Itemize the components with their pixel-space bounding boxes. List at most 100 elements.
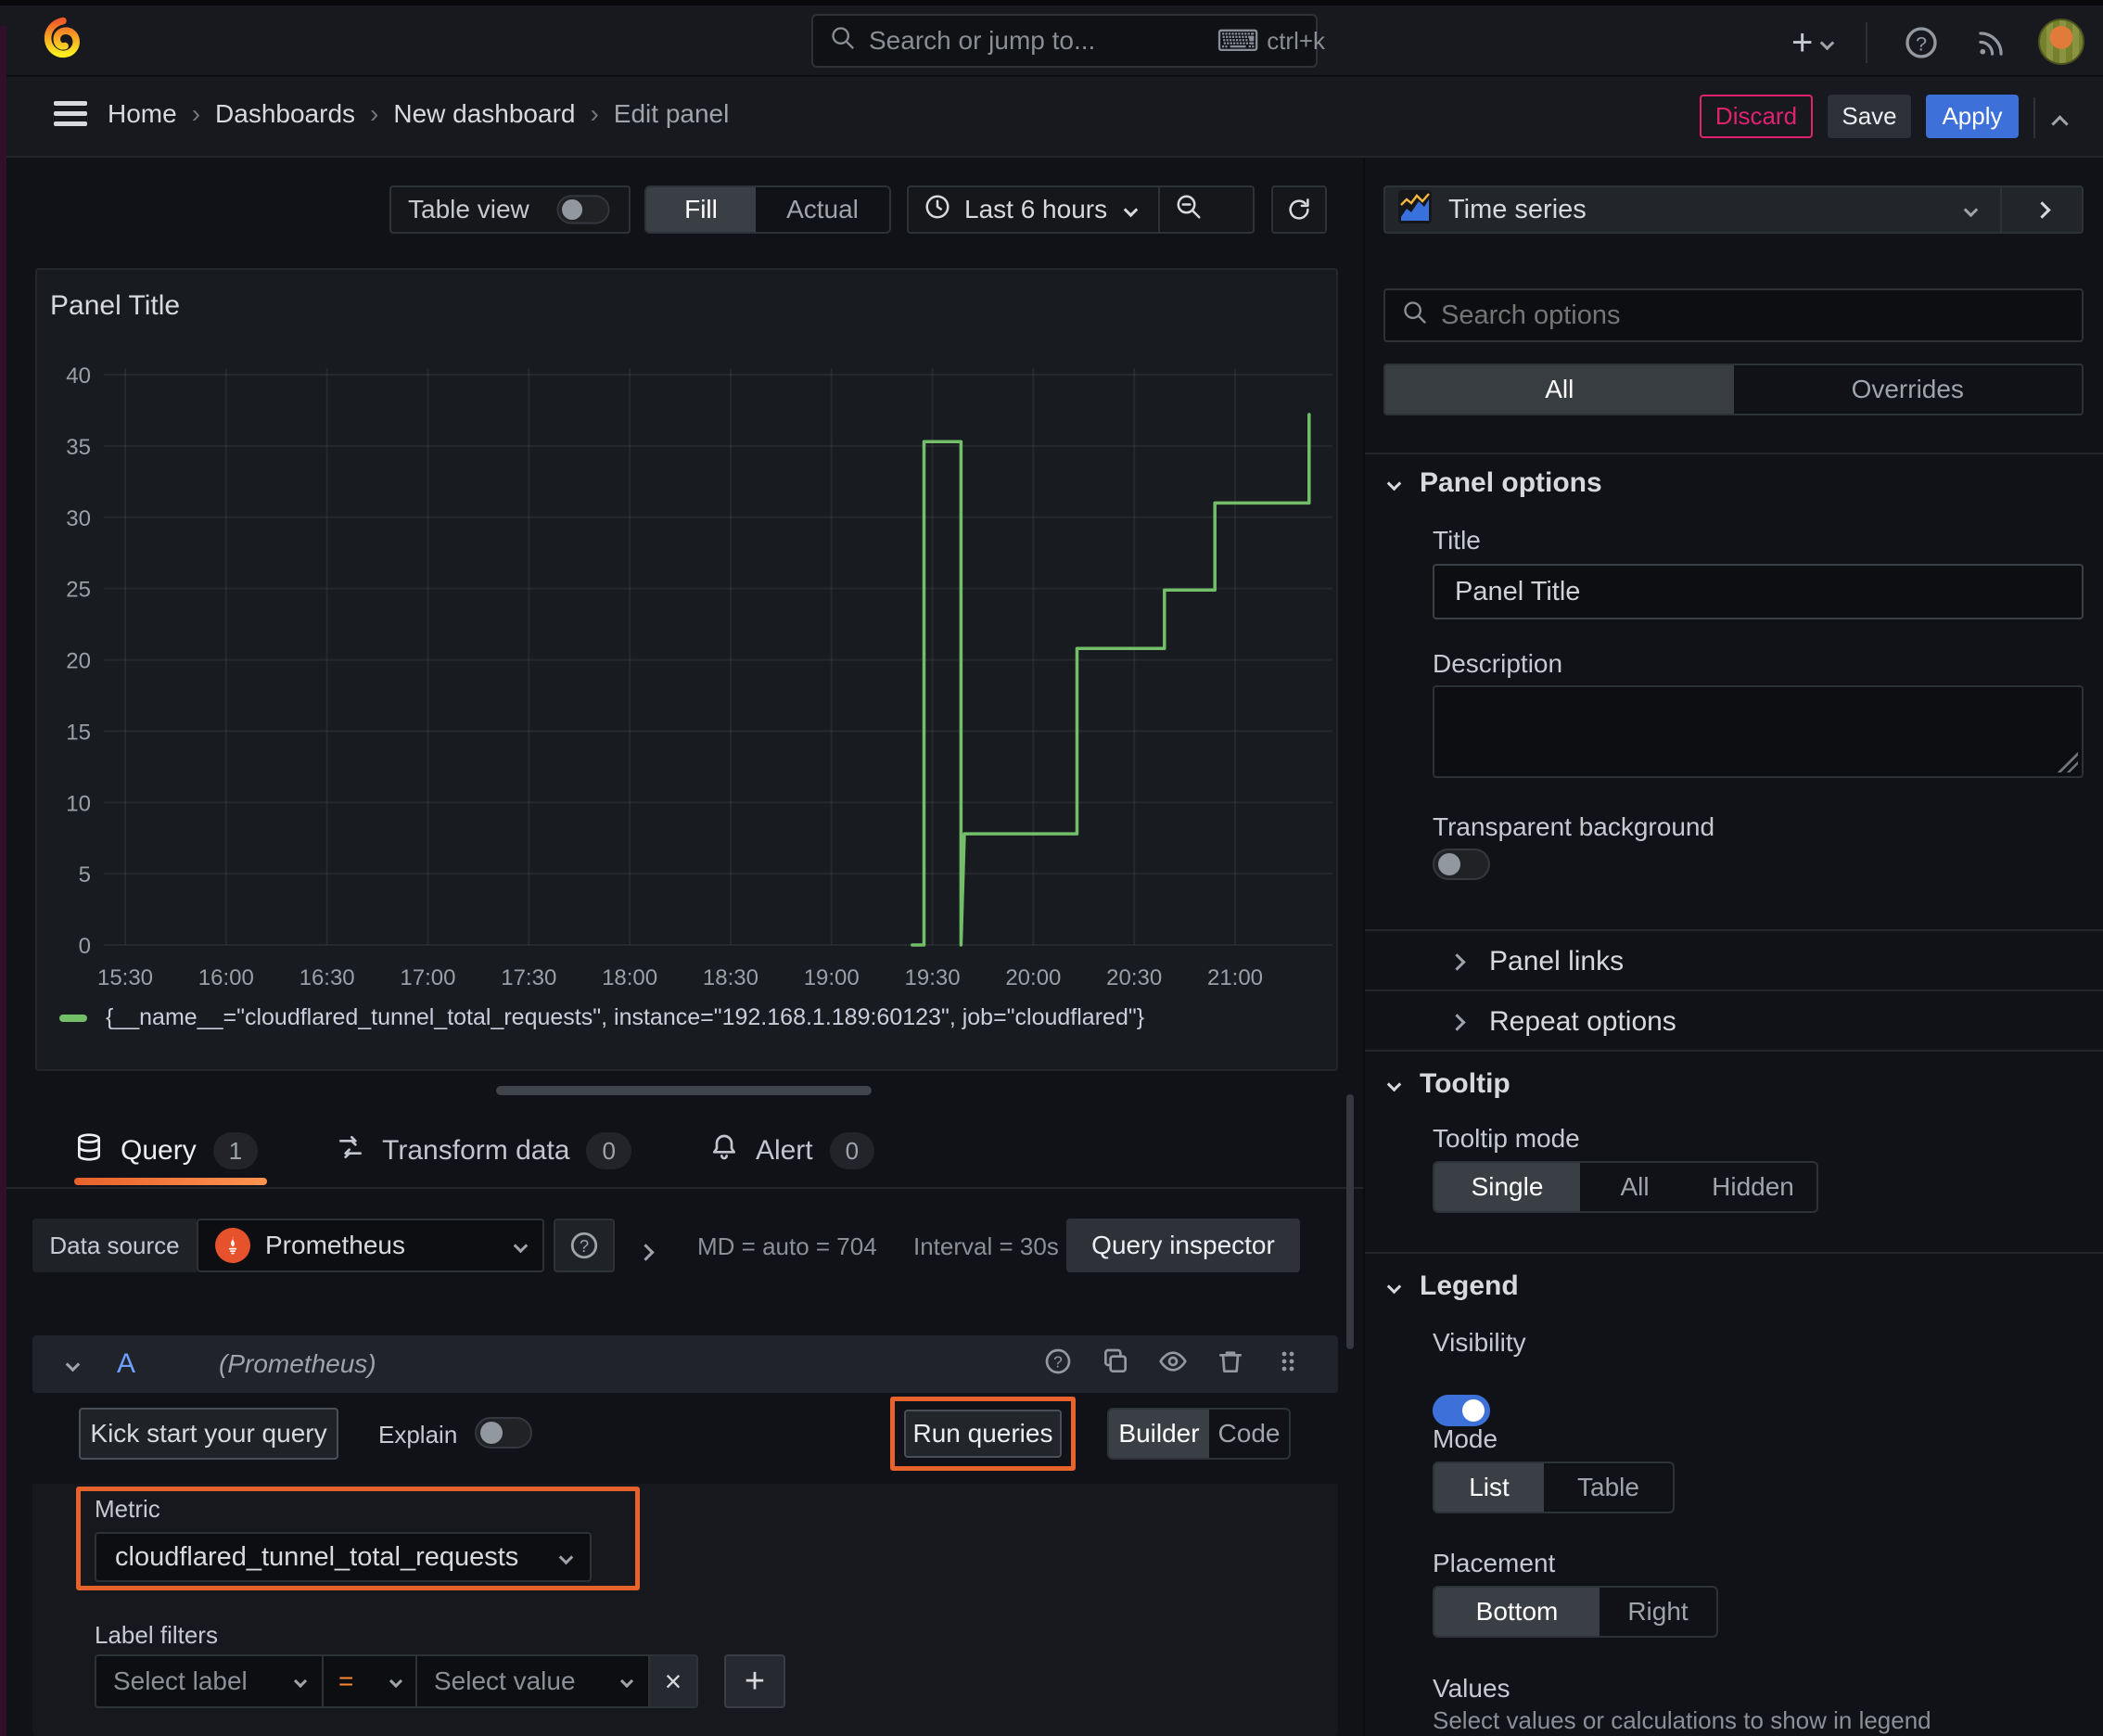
- discard-button[interactable]: Discard: [1700, 95, 1813, 138]
- table-view-toggle[interactable]: [556, 195, 610, 224]
- legend-mode-table[interactable]: Table: [1544, 1463, 1673, 1512]
- collapse-query-icon[interactable]: [65, 1357, 81, 1372]
- tab-transform-data[interactable]: Transform data 0: [336, 1132, 631, 1169]
- max-data-points-stat: MD = auto = 704: [697, 1232, 877, 1260]
- collapse-viz-pane-icon[interactable]: [2002, 200, 2082, 219]
- svg-text:10: 10: [66, 791, 91, 816]
- tooltip-mode-single[interactable]: Single: [1434, 1163, 1580, 1211]
- breadcrumb-separator: ›: [370, 99, 379, 128]
- collapse-options-icon[interactable]: [2051, 107, 2069, 136]
- tooltip-mode-hidden[interactable]: Hidden: [1689, 1163, 1816, 1211]
- vertical-scrollbar[interactable]: [1346, 1094, 1354, 1349]
- builder-code-group: Builder Code: [1107, 1408, 1291, 1460]
- grafana-edit-panel-window: ⌨ ctrl+k + ? Home › Dashboards › New das…: [0, 0, 2103, 1736]
- fill-option[interactable]: Fill: [646, 187, 756, 232]
- operator-dropdown[interactable]: =: [322, 1654, 417, 1708]
- menu-toggle-icon[interactable]: [54, 96, 87, 132]
- tooltip-mode-all[interactable]: All: [1580, 1163, 1689, 1211]
- breadcrumb-home[interactable]: Home: [108, 99, 177, 129]
- time-series-viz-icon: [1398, 189, 1432, 230]
- panel-title-input[interactable]: [1433, 564, 2084, 619]
- actual-option[interactable]: Actual: [756, 187, 889, 232]
- drag-handle-icon[interactable]: [1273, 1347, 1303, 1383]
- transparent-background-toggle[interactable]: [1433, 849, 1490, 880]
- resize-grip-icon[interactable]: [2058, 752, 2078, 772]
- toggle-query-visibility-icon[interactable]: [1158, 1347, 1188, 1383]
- legend-placement-bottom[interactable]: Bottom: [1434, 1588, 1600, 1636]
- breadcrumb-dashboards[interactable]: Dashboards: [215, 99, 355, 129]
- explain-toggle[interactable]: [475, 1417, 532, 1449]
- tooltip-header[interactable]: Tooltip: [1386, 1068, 1510, 1100]
- chart-legend-item[interactable]: {__name__="cloudflared_tunnel_total_requ…: [59, 1004, 1144, 1031]
- legend-values-label: Values: [1433, 1674, 1510, 1703]
- help-icon[interactable]: ?: [1903, 24, 1940, 68]
- add-filter-button[interactable]: +: [724, 1654, 785, 1708]
- chevron-down-icon: [1963, 202, 1979, 217]
- query-datasource-hint: (Prometheus): [219, 1349, 376, 1378]
- tab-query[interactable]: Query 1: [74, 1132, 259, 1169]
- section-divider: [1365, 1252, 2103, 1254]
- news-rss-icon[interactable]: [1973, 26, 2008, 68]
- legend-placement-right[interactable]: Right: [1600, 1588, 1716, 1636]
- duplicate-query-icon[interactable]: [1101, 1347, 1130, 1383]
- panel-resize-handle[interactable]: [496, 1086, 872, 1095]
- run-queries-button[interactable]: Run queries: [904, 1410, 1062, 1458]
- svg-text:19:00: 19:00: [804, 965, 860, 990]
- chart-panel[interactable]: Panel Title 0 5 10 15 20 25 30 35 40 15:30 16:00 16…: [35, 268, 1338, 1071]
- apply-button[interactable]: Apply: [1926, 95, 2019, 138]
- tab-alert[interactable]: Alert 0: [709, 1132, 875, 1169]
- options-pane: Time series All Overrides Panel options …: [1363, 158, 2103, 1736]
- legend-mode-group: List Table: [1433, 1462, 1675, 1513]
- label-filters-label: Label filters: [95, 1621, 218, 1649]
- global-search-input[interactable]: [869, 26, 1204, 56]
- options-search[interactable]: [1383, 288, 2084, 342]
- query-row-header[interactable]: A (Prometheus) ?: [32, 1335, 1338, 1393]
- editor-tabs: Query 1 Transform data 0 Alert 0: [74, 1124, 875, 1178]
- chevron-down-icon: [389, 1674, 403, 1689]
- alert-count-badge: 0: [829, 1132, 875, 1169]
- query-options-expander-icon[interactable]: [637, 1235, 655, 1265]
- kick-start-query-button[interactable]: Kick start your query: [79, 1408, 338, 1460]
- breadcrumb-dashboard[interactable]: New dashboard: [393, 99, 575, 129]
- description-textarea[interactable]: [1433, 685, 2084, 778]
- time-picker[interactable]: Last 6 hours: [907, 185, 1255, 234]
- database-icon: [74, 1132, 104, 1169]
- grafana-logo-icon[interactable]: [39, 15, 87, 70]
- zoom-out-icon[interactable]: [1160, 193, 1217, 227]
- metric-select[interactable]: cloudflared_tunnel_total_requests: [95, 1532, 592, 1582]
- legend-header[interactable]: Legend: [1386, 1270, 1519, 1302]
- query-inspector-button[interactable]: Query inspector: [1066, 1219, 1300, 1272]
- user-avatar[interactable]: [2038, 19, 2084, 65]
- code-option[interactable]: Code: [1209, 1410, 1289, 1458]
- tooltip-mode-label: Tooltip mode: [1433, 1124, 1580, 1153]
- select-value-dropdown[interactable]: Select value: [415, 1654, 650, 1708]
- options-search-input[interactable]: [1441, 300, 2065, 331]
- query-help-icon[interactable]: ?: [1043, 1347, 1073, 1383]
- title-label: Title: [1433, 526, 1481, 555]
- label-filter-row: Select label = Select value × +: [95, 1654, 785, 1708]
- delete-query-icon[interactable]: [1216, 1347, 1245, 1383]
- remove-filter-button[interactable]: ×: [648, 1654, 698, 1708]
- datasource-help-button[interactable]: ?: [554, 1219, 615, 1272]
- panel-links-header[interactable]: Panel links: [1448, 946, 1624, 977]
- builder-option[interactable]: Builder: [1109, 1410, 1209, 1458]
- global-search[interactable]: ⌨ ctrl+k: [811, 14, 1325, 68]
- svg-text:30: 30: [66, 506, 91, 531]
- transform-icon: [336, 1132, 365, 1169]
- svg-text:17:30: 17:30: [501, 965, 556, 990]
- select-label-dropdown[interactable]: Select label: [95, 1654, 324, 1708]
- query-ref-id: A: [117, 1348, 136, 1379]
- panel-options-header[interactable]: Panel options: [1386, 467, 1602, 499]
- repeat-options-header[interactable]: Repeat options: [1448, 1006, 1676, 1038]
- main-column: Table view Fill Actual Last 6 hours Pane…: [0, 158, 1363, 1736]
- datasource-picker[interactable]: Prometheus: [197, 1219, 544, 1272]
- save-button[interactable]: Save: [1828, 95, 1911, 138]
- options-tab-all[interactable]: All: [1385, 365, 1734, 414]
- refresh-button[interactable]: [1271, 185, 1327, 234]
- options-tab-overrides[interactable]: Overrides: [1734, 365, 2083, 414]
- prometheus-icon: [215, 1228, 250, 1263]
- legend-mode-list[interactable]: List: [1434, 1463, 1544, 1512]
- new-menu-button[interactable]: +: [1791, 24, 1835, 61]
- legend-visibility-toggle[interactable]: [1433, 1395, 1490, 1426]
- visualization-picker[interactable]: Time series: [1383, 185, 2084, 234]
